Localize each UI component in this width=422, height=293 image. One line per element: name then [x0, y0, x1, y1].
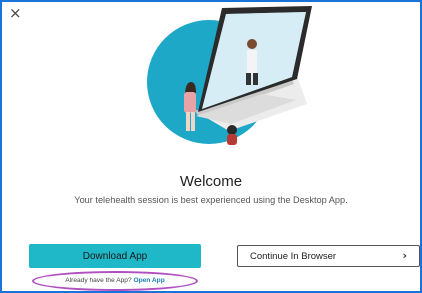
download-app-button[interactable]: Download App [29, 244, 201, 268]
continue-in-browser-button[interactable]: Continue In Browser › [237, 245, 420, 267]
welcome-subtitle: Your telehealth session is best experien… [74, 195, 348, 205]
welcome-title: Welcome [179, 173, 243, 190]
telehealth-illustration [147, 6, 312, 145]
continue-in-browser-label: Continue In Browser [250, 250, 337, 262]
highlight-ellipse [32, 271, 198, 291]
chevron-right-icon: › [402, 249, 407, 262]
